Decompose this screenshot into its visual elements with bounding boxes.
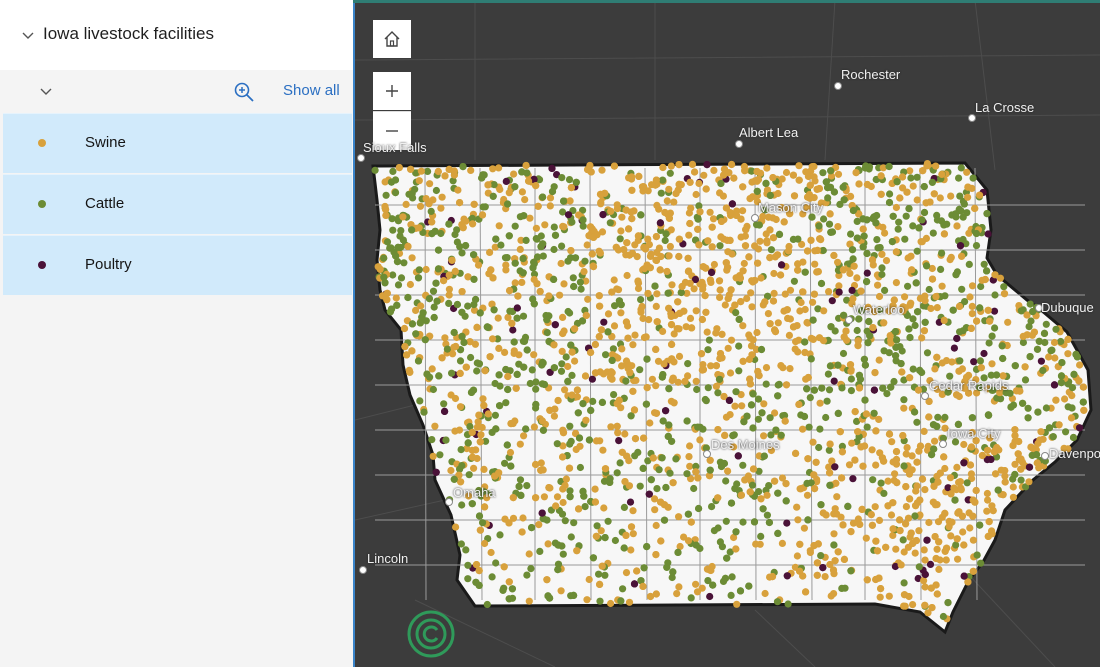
city-marker: [359, 566, 367, 574]
city-marker: [845, 316, 853, 324]
city-marker: [1041, 452, 1049, 460]
plus-icon: [386, 85, 398, 97]
city-label: Sioux Falls: [363, 140, 427, 155]
city-label: Cedar Rapids: [929, 378, 1009, 393]
city-marker: [357, 154, 365, 162]
zoom-to-icon[interactable]: [232, 80, 256, 104]
poultry-symbol: [38, 261, 46, 269]
legend-item-cattle[interactable]: Cattle: [3, 174, 352, 234]
layer-title: Iowa livestock facilities: [43, 24, 215, 43]
city-marker: [703, 450, 711, 458]
city-marker: [921, 392, 929, 400]
swine-symbol: [38, 139, 46, 147]
city-marker: [939, 440, 947, 448]
city-marker: [735, 140, 743, 148]
map-view[interactable]: Rochester La Crosse Albert Lea Sioux Fal…: [353, 0, 1100, 667]
layer-list-panel: Iowa livestock facilities Show all Swine…: [0, 0, 353, 667]
cattle-symbol: [38, 200, 46, 208]
zoom-in-button[interactable]: [373, 72, 411, 110]
map-top-border: [353, 0, 1100, 3]
city-label: Davenport: [1049, 446, 1100, 461]
city-label: Omaha: [453, 485, 496, 500]
home-button[interactable]: [373, 20, 411, 58]
city-label: Albert Lea: [739, 125, 799, 140]
minus-icon: [386, 130, 398, 132]
chevron-down-icon[interactable]: [38, 83, 54, 99]
city-marker: [751, 214, 759, 222]
layer-header[interactable]: Iowa livestock facilities: [0, 0, 353, 70]
city-marker: [445, 498, 453, 506]
city-marker: [834, 82, 842, 90]
esri-logo-icon: [407, 610, 455, 658]
legend-toolbar: Show all: [0, 70, 353, 113]
home-icon: [384, 31, 400, 47]
city-label: Des Moines: [711, 437, 780, 452]
show-all-link[interactable]: Show all: [283, 82, 340, 99]
legend-label: Cattle: [85, 195, 125, 212]
city-label: Iowa City: [947, 426, 1001, 441]
legend-label: Poultry: [85, 256, 132, 273]
city-label: Mason City: [758, 200, 824, 215]
city-marker: [968, 114, 976, 122]
city-label: Rochester: [841, 67, 901, 82]
city-label: Waterloo: [853, 302, 905, 317]
legend-item-swine[interactable]: Swine: [3, 113, 352, 173]
city-label: La Crosse: [975, 100, 1035, 115]
legend-label: Swine: [85, 134, 126, 151]
chevron-down-icon[interactable]: [20, 27, 36, 43]
city-label: Lincoln: [367, 551, 409, 566]
city-label: Dubuque: [1041, 300, 1094, 315]
legend-item-poultry[interactable]: Poultry: [3, 235, 352, 295]
